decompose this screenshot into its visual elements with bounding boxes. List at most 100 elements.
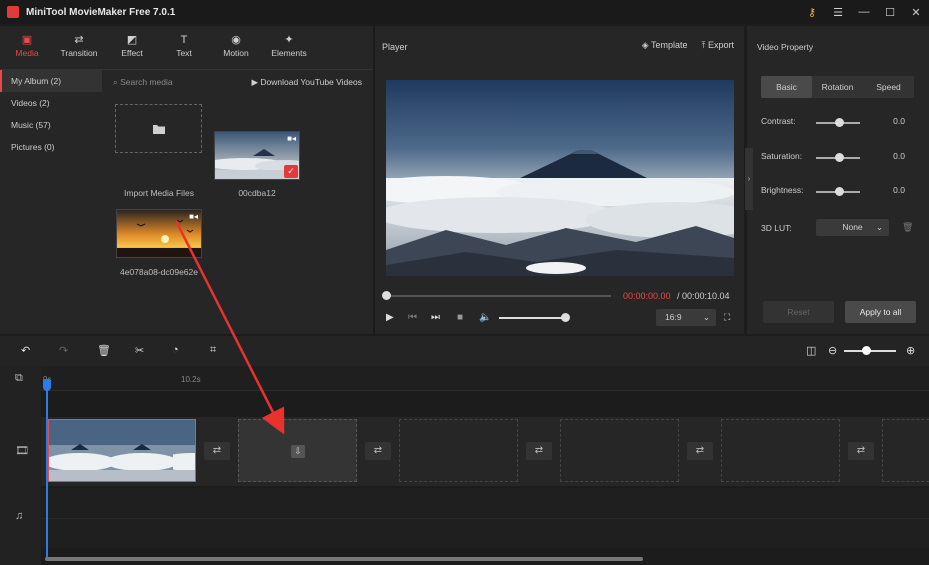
search-media-input[interactable]: ⌕ Search media (113, 77, 173, 88)
contrast-handle[interactable] (835, 118, 844, 127)
play-icon[interactable]: ▶ (386, 312, 394, 323)
playback-progress-bar[interactable] (386, 295, 611, 297)
empty-clip-slot[interactable] (721, 419, 840, 482)
media-library: ⌕ Search media ▶ Download YouTube Videos… (103, 70, 373, 334)
maximize-button[interactable]: ☐ (877, 6, 903, 19)
crop-icon[interactable]: ⌗ (210, 344, 216, 357)
audio-track[interactable] (41, 488, 929, 518)
collapse-panel-icon[interactable]: › (745, 148, 753, 210)
minimize-button[interactable]: — (851, 6, 877, 18)
clip-frame (173, 420, 195, 481)
fit-timeline-icon[interactable]: ◫ (806, 344, 816, 357)
tab-elements[interactable]: ✦ Elements (263, 32, 315, 58)
media-filename-4e078a08: 4e078a08-dc09e62e (120, 267, 198, 277)
drop-download-icon: ⇩ (291, 445, 305, 458)
motion-icon: ◉ (231, 34, 241, 46)
sidebar-item-music[interactable]: Music (57) (0, 114, 102, 136)
main-toolbar: ▣ Media ⇄ Transition ◩ Effect T Text ◉ M… (0, 26, 373, 70)
timeline-toolbar: ↶ ↷ 🗑 ✂ ◔ ⌗ ◫ ⊖ ⊕ (0, 336, 929, 366)
transition-slot-icon[interactable]: ⇄ (365, 442, 391, 460)
playback-progress-handle[interactable] (382, 291, 391, 300)
tab-basic[interactable]: Basic (761, 76, 812, 98)
empty-clip-slot[interactable] (399, 419, 518, 482)
video-clip[interactable] (48, 419, 196, 482)
template-button[interactable]: ◈ Template (642, 40, 688, 51)
music-track-icon: ♫ (15, 510, 24, 522)
contrast-value: 0.0 (893, 116, 905, 126)
add-track-icon[interactable]: ⧉ (15, 372, 23, 385)
close-button[interactable]: ✕ (903, 6, 929, 19)
apply-to-all-button[interactable]: Apply to all (845, 301, 916, 323)
brightness-value: 0.0 (893, 185, 905, 195)
transition-slot-icon[interactable]: ⇄ (526, 442, 552, 460)
brightness-handle[interactable] (835, 187, 844, 196)
transition-slot-icon[interactable]: ⇄ (848, 442, 874, 460)
trash-icon[interactable]: 🗑 (902, 222, 913, 233)
saturation-handle[interactable] (835, 153, 844, 162)
tab-media[interactable]: ▣ Media (1, 32, 53, 58)
empty-clip-slot[interactable] (882, 419, 929, 482)
tab-rotation[interactable]: Rotation (812, 76, 863, 98)
menu-icon[interactable]: ☰ (825, 6, 851, 19)
transition-icon: ⇄ (74, 34, 84, 46)
player-panel: Player ◈ Template ⤒ Export 00:00:00.00 /… (375, 26, 744, 334)
empty-clip-slot[interactable] (560, 419, 679, 482)
transition-slot-icon[interactable]: ⇄ (204, 442, 230, 460)
export-label: Export (707, 40, 734, 50)
export-button[interactable]: ⤒ Export (702, 40, 735, 51)
previous-frame-icon[interactable]: ⏮ (408, 312, 417, 323)
aspect-ratio-select[interactable]: 16:9 ⌄ (656, 309, 716, 326)
upgrade-key-icon[interactable]: ⚷ (799, 6, 825, 19)
fullscreen-icon[interactable]: ⛶ (724, 312, 730, 323)
tab-motion-label: Motion (223, 48, 249, 58)
app-logo-icon (7, 6, 19, 18)
tab-effect[interactable]: ◩ Effect (106, 32, 158, 58)
app-title: MiniTool MovieMaker Free 7.0.1 (26, 6, 176, 18)
sidebar-item-my-album[interactable]: My Album (2) (0, 70, 102, 92)
mountain-preview-image (386, 80, 734, 276)
lut-select[interactable]: None ⌄ (816, 219, 889, 236)
search-placeholder: Search media (120, 77, 173, 87)
zoom-in-icon[interactable]: ⊕ (906, 344, 915, 357)
next-frame-icon[interactable]: ⏭ (431, 312, 440, 323)
timeline-zoom-handle[interactable] (862, 346, 871, 355)
volume-icon[interactable]: 🔈 (479, 312, 491, 323)
saturation-label: Saturation: (761, 151, 803, 161)
template-layers-icon: ◈ (641, 40, 651, 50)
tab-motion[interactable]: ◉ Motion (210, 32, 262, 58)
timeline-horizontal-scrollbar[interactable] (45, 557, 643, 561)
tab-transition[interactable]: ⇄ Transition (53, 32, 105, 58)
download-youtube-button[interactable]: ▶ Download YouTube Videos (251, 77, 362, 88)
volume-handle[interactable] (561, 313, 570, 322)
tab-text[interactable]: T Text (158, 32, 210, 58)
video-property-panel: › Video Property Basic Rotation Speed Co… (745, 26, 929, 334)
property-tabs: Basic Rotation Speed (761, 76, 914, 98)
split-scissors-icon[interactable]: ✂ (135, 344, 144, 357)
added-checkmark-icon: ✓ (284, 165, 298, 178)
redo-icon[interactable]: ↷ (59, 344, 68, 357)
speed-gauge-icon[interactable]: ◔ (172, 344, 179, 356)
reset-button[interactable]: Reset (763, 301, 834, 323)
player-title: Player (382, 42, 408, 52)
import-media-button[interactable] (115, 104, 202, 153)
sidebar-item-pictures[interactable]: Pictures (0) (0, 136, 102, 158)
delete-icon[interactable]: 🗑 (97, 344, 111, 357)
elements-icon: ✦ (284, 34, 294, 46)
transition-slot-icon[interactable]: ⇄ (687, 442, 713, 460)
clip-drop-slot[interactable]: ⇩ (238, 419, 357, 482)
media-thumbnail-4e078a08[interactable]: ■◂ (116, 209, 202, 258)
volume-slider[interactable] (499, 317, 565, 319)
tab-media-label: Media (15, 48, 39, 58)
track-headers: ⧉ 🎞 ♫ (0, 366, 41, 565)
zoom-out-icon[interactable]: ⊖ (828, 344, 837, 357)
media-thumbnail-00cdba12[interactable]: ■◂ ✓ (214, 131, 300, 180)
chevron-down-icon: ⌄ (875, 222, 883, 232)
playhead[interactable] (46, 380, 48, 558)
video-track-icon: 🎞 (15, 445, 29, 457)
stop-icon[interactable]: ■ (457, 312, 463, 323)
tab-speed[interactable]: Speed (863, 76, 914, 98)
timeline-ruler[interactable]: 0s 10.2s (41, 366, 929, 391)
sidebar-item-videos[interactable]: Videos (2) (0, 92, 102, 114)
music-track[interactable] (41, 518, 929, 548)
undo-icon[interactable]: ↶ (21, 344, 30, 357)
